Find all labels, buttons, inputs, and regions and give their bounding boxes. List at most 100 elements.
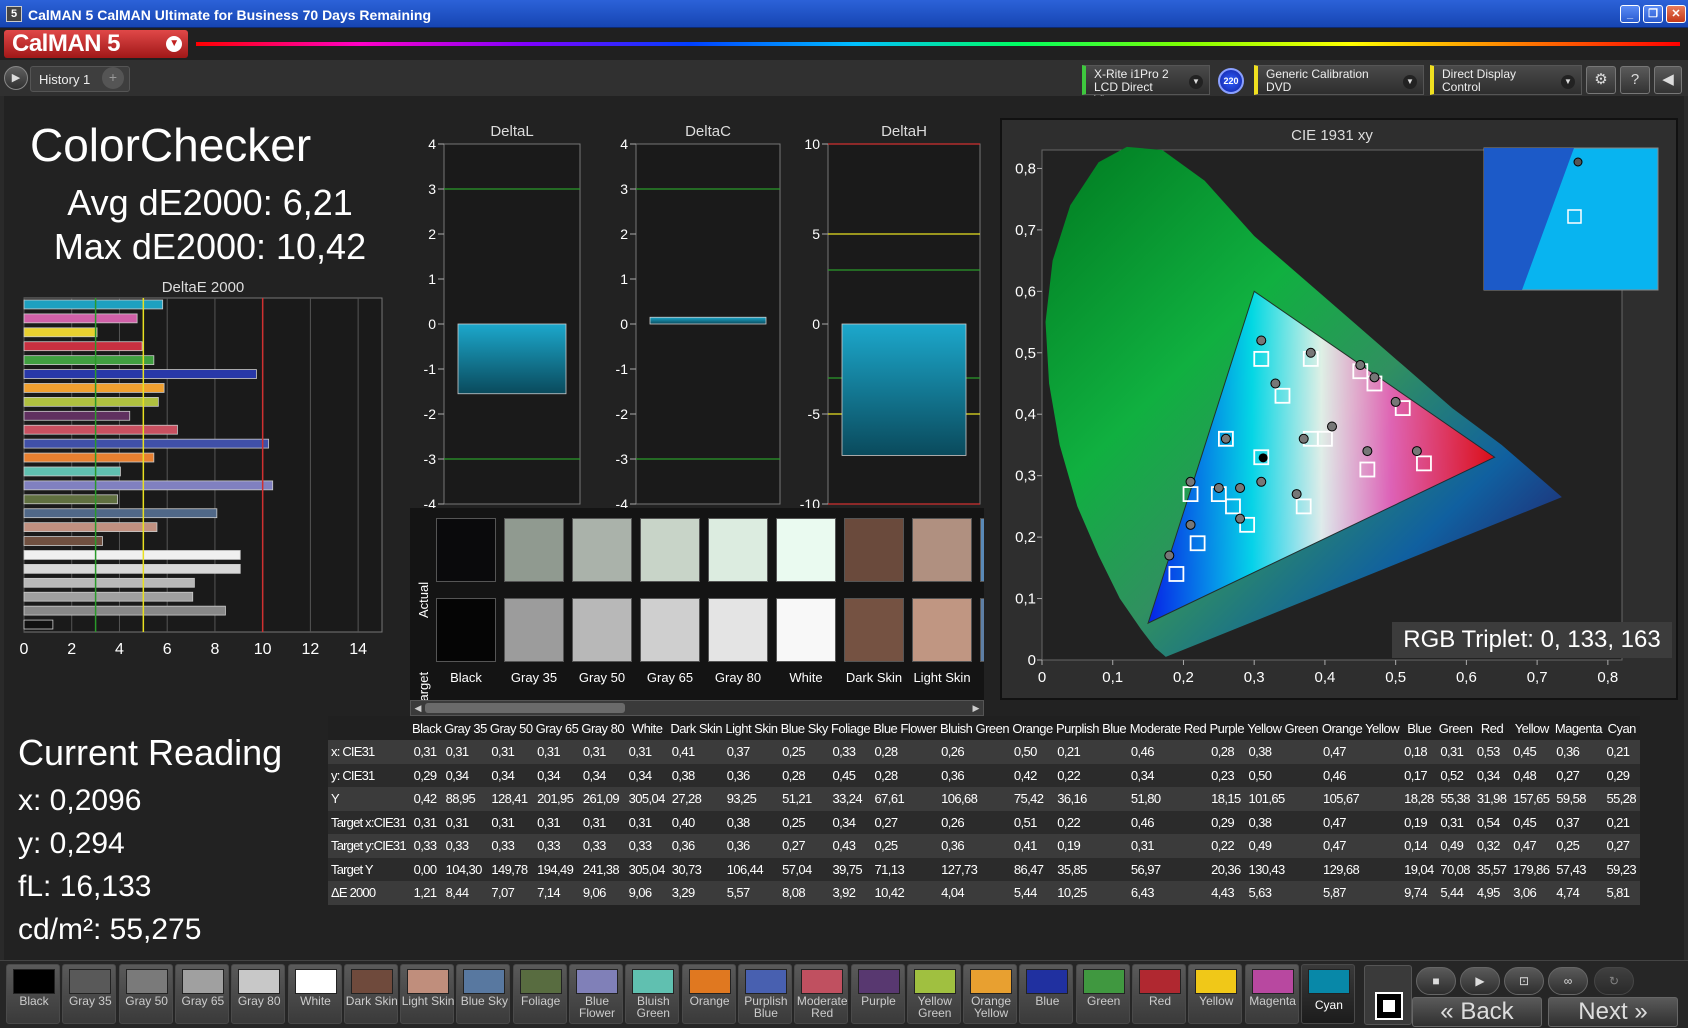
patch-button[interactable]: Purple [850, 964, 905, 1024]
display-selector[interactable]: Direct Display Control ▼ [1430, 65, 1582, 95]
table-cell: 75,42 [1010, 787, 1055, 811]
tab-history-label: History 1 [39, 72, 91, 87]
table-cell: 0,31 [534, 810, 580, 834]
refresh-button[interactable]: ↻ [1594, 967, 1634, 995]
maximize-button[interactable]: ❐ [1643, 5, 1663, 23]
patch-button-label: Gray 35 [68, 994, 112, 1008]
patch-button[interactable]: Foliage [512, 964, 567, 1024]
patch-button[interactable]: Orange [681, 964, 736, 1024]
patch-button[interactable]: Bluish Green [625, 964, 680, 1024]
table-cell: 20,36 [1208, 857, 1246, 881]
stop-button[interactable]: ■ [1416, 967, 1456, 995]
collapse-panel-button[interactable]: ◀ [1654, 66, 1682, 94]
patch-swatch [576, 969, 618, 994]
y-tick-label: -2 [424, 406, 437, 422]
y-tick-label: 2 [428, 226, 436, 242]
patch-button[interactable]: Blue Sky [456, 964, 511, 1024]
add-tab-button[interactable]: + [102, 67, 124, 89]
patch-button[interactable]: Moderate Red [794, 964, 849, 1024]
chevron-double-right-icon: » [1634, 998, 1648, 1025]
patch-button-label: Orange Yellow [971, 994, 1012, 1020]
patch-button[interactable]: Gray 50 [118, 964, 173, 1024]
column-header: Orange [1010, 716, 1055, 740]
row-header: ΔE 2000 [328, 881, 411, 905]
table-cell: 0,38 [1245, 740, 1320, 764]
table-cell: 71,13 [871, 857, 939, 881]
measured-point [1298, 433, 1309, 444]
patch-button[interactable]: Purplish Blue [737, 964, 792, 1024]
patch-button[interactable]: Magenta [1244, 964, 1299, 1024]
patch-label: Gray 50 [578, 670, 626, 685]
table-cell: 0,45 [829, 763, 872, 787]
read-series-button[interactable]: ⊡ [1504, 967, 1544, 995]
minimize-button[interactable]: _ [1620, 5, 1640, 23]
meter-badge[interactable]: 220 [1218, 68, 1244, 94]
patch-button[interactable]: Yellow Green [906, 964, 961, 1024]
close-button[interactable]: ✕ [1666, 5, 1686, 23]
table-cell: 0,31 [1437, 740, 1474, 764]
patch-button[interactable]: Gray 80 [231, 964, 286, 1024]
scroll-thumb[interactable] [425, 703, 625, 713]
table-cell: 30,73 [668, 857, 724, 881]
patch-button[interactable]: Orange Yellow [963, 964, 1018, 1024]
table-cell: 0,31 [579, 740, 626, 764]
patch-button[interactable]: Light Skin [400, 964, 454, 1024]
table-cell: 0,29 [1603, 763, 1640, 787]
table-cell: 0,19 [1401, 810, 1438, 834]
stop-box[interactable] [1364, 965, 1412, 1025]
table-cell: 59,23 [1603, 857, 1640, 881]
y-tick-label: 3 [620, 181, 628, 197]
table-cell: 0,38 [1245, 810, 1320, 834]
patch-swatch [632, 969, 675, 994]
patch-button[interactable]: Blue Flower [569, 964, 623, 1024]
series-icon: ⊡ [1518, 974, 1530, 988]
measured-point [1256, 476, 1267, 487]
table-cell: 0,33 [625, 834, 669, 858]
patch-button[interactable]: Blue [1019, 964, 1074, 1024]
table-cell: 0,33 [488, 834, 535, 858]
column-header: Gray 80 [579, 716, 626, 740]
patch-button-label: Yellow Green [917, 994, 952, 1020]
help-button[interactable]: ? [1620, 66, 1650, 94]
row-header: Target Y [328, 857, 411, 881]
calman-logo-menu[interactable]: CalMAN 5 ▼ [4, 30, 188, 58]
scroll-right-icon[interactable]: ▶ [969, 701, 983, 715]
patch-button[interactable]: Green [1075, 964, 1130, 1024]
target-swatch [980, 598, 984, 662]
patch-button[interactable]: Red [1132, 964, 1186, 1024]
deltae-bar [23, 438, 270, 449]
read-button[interactable]: ▶ [1460, 967, 1500, 995]
patch-button[interactable]: Black [6, 964, 60, 1024]
table-cell: 7,14 [534, 881, 580, 905]
patch-button-label: Dark Skin [345, 994, 398, 1008]
next-button[interactable]: Next » [1548, 997, 1678, 1027]
scroll-left-icon[interactable]: ◀ [411, 701, 425, 715]
back-button[interactable]: « Back [1412, 997, 1542, 1027]
patch-button[interactable]: Yellow [1188, 964, 1243, 1024]
measured-point [1256, 335, 1267, 346]
measured-point [1164, 550, 1175, 561]
patch-button-label: Light Skin [401, 994, 455, 1008]
settings-button[interactable]: ⚙ [1586, 66, 1616, 94]
column-header: Green [1437, 716, 1474, 740]
patch-button[interactable]: Gray 65 [174, 964, 229, 1024]
patch-scrollbar[interactable]: ◀ ▶ [410, 700, 984, 716]
patch-button[interactable]: White [287, 964, 342, 1024]
table-cell: 0,36 [1553, 740, 1604, 764]
meter-selector[interactable]: X-Rite i1Pro 2 LCD Direct View ▼ [1082, 65, 1210, 107]
play-workflow-button[interactable]: ▶ [4, 66, 28, 90]
patch-button[interactable]: Gray 35 [62, 964, 117, 1024]
measured-point [1213, 482, 1224, 493]
table-cell: 88,95 [442, 787, 489, 811]
continuous-button[interactable]: ∞ [1548, 967, 1588, 995]
source-selector[interactable]: Generic Calibration DVD ▼ [1254, 65, 1424, 95]
table-cell: 0,54 [1473, 810, 1511, 834]
table-cell: 261,09 [579, 787, 626, 811]
column-header: Yellow Green [1245, 716, 1320, 740]
chevron-down-icon: ▼ [1189, 75, 1203, 89]
avg-de-readout: Avg dE2000: 6,21 [67, 182, 353, 223]
patch-button-label: Cyan [1314, 998, 1343, 1012]
patch-button[interactable]: Cyan [1300, 964, 1355, 1024]
x-tick-label: 0,2 [1173, 669, 1194, 686]
patch-button[interactable]: Dark Skin [343, 964, 398, 1024]
